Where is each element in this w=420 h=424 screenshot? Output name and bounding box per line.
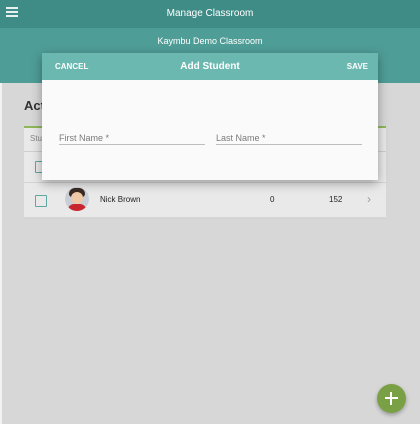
- row-checkbox[interactable]: [35, 195, 47, 207]
- student-name: Nick Brown: [100, 195, 141, 204]
- save-button[interactable]: SAVE: [347, 62, 368, 71]
- last-name-field[interactable]: [216, 128, 362, 145]
- add-student-dialog: CANCEL Add Student SAVE: [42, 53, 378, 180]
- dialog-header: CANCEL Add Student SAVE: [42, 53, 378, 80]
- classroom-name: Kaymbu Demo Classroom: [157, 36, 263, 46]
- add-button[interactable]: [377, 384, 406, 413]
- student-value-a: 0: [270, 195, 275, 204]
- first-name-input[interactable]: [59, 131, 205, 145]
- chevron-right-icon[interactable]: ›: [367, 192, 371, 206]
- student-avatar: [65, 187, 89, 211]
- app-title: Manage Classroom: [166, 8, 254, 19]
- student-value-b: 152: [329, 195, 343, 204]
- last-name-input[interactable]: [216, 131, 362, 145]
- app-bar: Manage Classroom: [0, 0, 420, 28]
- table-row[interactable]: Nick Brown 0 152 ›: [24, 183, 386, 219]
- first-name-field[interactable]: [59, 128, 205, 145]
- column-header-student: Stu: [30, 134, 43, 143]
- dialog-title: Add Student: [180, 61, 240, 72]
